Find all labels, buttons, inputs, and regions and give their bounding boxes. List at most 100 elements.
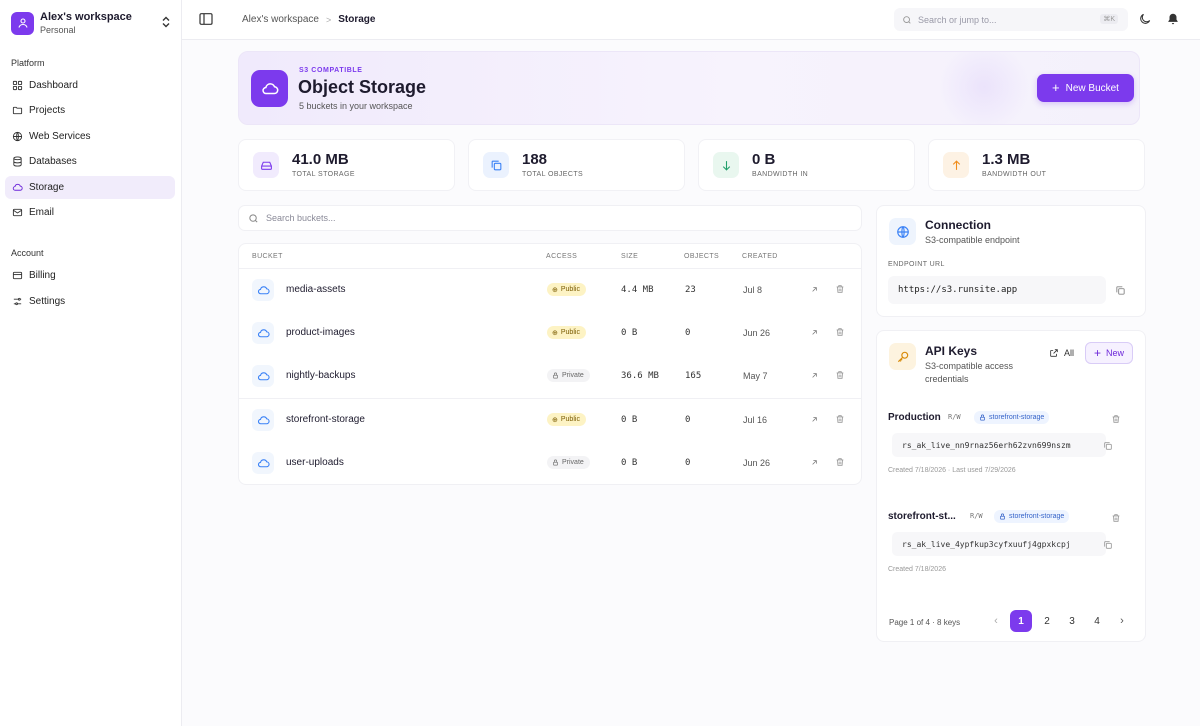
sidebar-item-label: Web Services — [29, 131, 91, 142]
stat-total-storage: 41.0 MB TOTAL STORAGE — [238, 139, 455, 191]
bucket-name[interactable]: user-uploads — [286, 457, 344, 468]
breadcrumb: Alex's workspace > Storage — [242, 14, 375, 25]
globe-icon — [12, 131, 29, 142]
sidebar-item-billing[interactable]: Billing — [5, 264, 175, 287]
table-row[interactable]: nightly-backups Private 36.6 MB 165 May … — [239, 354, 861, 397]
table-row[interactable]: media-assets ⊕ Public 4.4 MB 23 Jul 8 — [239, 268, 861, 311]
plus-icon: + — [1052, 80, 1060, 95]
copy-icon — [483, 152, 509, 178]
access-label: Public — [560, 416, 580, 423]
copy-icon[interactable] — [1100, 537, 1116, 553]
cloud-icon — [252, 409, 274, 431]
key-meta: Created 7/18/2026 · Last used 7/29/2026 — [888, 467, 1016, 474]
access-label: Private — [562, 372, 584, 379]
workspace-switcher[interactable]: Alex's workspace Personal — [11, 10, 171, 36]
new-key-button[interactable]: + New — [1085, 342, 1134, 364]
key-name: Production — [888, 412, 941, 423]
copy-icon[interactable] — [1112, 282, 1128, 298]
sidebar-item-label: Databases — [29, 156, 77, 167]
open-external-icon[interactable] — [805, 453, 823, 471]
sidebar-item-settings[interactable]: Settings — [5, 290, 175, 313]
access-badge: Private — [547, 456, 590, 469]
open-external-icon[interactable] — [805, 280, 823, 298]
connection-title: Connection — [925, 218, 991, 232]
bucket-name[interactable]: media-assets — [286, 284, 345, 295]
pagination-page-4[interactable]: 4 — [1086, 610, 1108, 632]
key-scope-label: storefront-storage — [989, 414, 1045, 421]
table-row[interactable]: user-uploads Private 0 B 0 Jun 26 — [239, 441, 861, 484]
bucket-search-placeholder: Search buckets... — [266, 213, 336, 223]
lock-icon — [999, 513, 1006, 520]
pagination-prev[interactable]: ‹ — [985, 610, 1007, 632]
bucket-name[interactable]: storefront-storage — [286, 414, 365, 425]
bucket-table: BUCKET ACCESS SIZE OBJECTS CREATED media… — [238, 243, 862, 485]
moon-icon[interactable] — [1138, 12, 1152, 26]
bucket-objects: 0 — [685, 328, 691, 338]
trash-icon[interactable] — [831, 453, 849, 471]
sidebar-item-email[interactable]: Email — [5, 201, 175, 224]
bucket-search-input[interactable]: Search buckets... — [238, 205, 862, 231]
key-meta: Created 7/18/2026 — [888, 566, 946, 573]
key-scope-badge: storefront-storage — [974, 411, 1050, 424]
access-badge: ⊕ Public — [547, 413, 586, 426]
open-external-icon[interactable] — [805, 366, 823, 384]
sidebar-item-label: Billing — [29, 270, 56, 281]
sidebar-item-databases[interactable]: Databases — [5, 150, 175, 173]
trash-icon[interactable] — [1108, 510, 1124, 526]
page-title: Object Storage — [298, 77, 427, 97]
open-external-icon[interactable] — [805, 410, 823, 428]
bucket-size: 0 B — [621, 458, 638, 468]
arrow-down-icon — [713, 152, 739, 178]
trash-icon[interactable] — [831, 280, 849, 298]
table-row[interactable]: storefront-storage ⊕ Public 0 B 0 Jul 16 — [239, 398, 861, 441]
global-search[interactable]: Search or jump to... ⌘K — [894, 8, 1128, 31]
trash-icon[interactable] — [831, 366, 849, 384]
sidebar: Alex's workspace Personal Platform Dashb… — [0, 0, 182, 726]
database-icon — [12, 156, 29, 167]
sidebar-item-storage[interactable]: Storage — [5, 176, 175, 199]
lock-icon — [979, 414, 986, 421]
cloud-icon — [252, 365, 274, 387]
globe-icon — [889, 218, 916, 245]
pagination-page-2[interactable]: 2 — [1036, 610, 1058, 632]
nav-section-platform: Platform — [11, 58, 45, 68]
all-keys-button[interactable]: All — [1045, 342, 1078, 364]
sidebar-item-dashboard[interactable]: Dashboard — [5, 74, 175, 97]
bucket-size: 0 B — [621, 415, 638, 425]
connection-card: Connection S3-compatible endpoint ENDPOI… — [876, 205, 1146, 317]
pagination-next[interactable]: › — [1111, 610, 1133, 632]
dashboard-icon — [12, 80, 29, 91]
bell-icon[interactable] — [1166, 12, 1180, 26]
trash-icon[interactable] — [1108, 411, 1124, 427]
page-subtitle: 5 buckets in your workspace — [299, 101, 413, 111]
open-external-icon — [1049, 348, 1059, 358]
bucket-objects: 0 — [685, 458, 691, 468]
stat-value: 41.0 MB — [292, 151, 349, 168]
pagination-page-1[interactable]: 1 — [1010, 610, 1032, 632]
pagination-page-3[interactable]: 3 — [1061, 610, 1083, 632]
stat-value: 1.3 MB — [982, 151, 1031, 168]
decorative-glow — [939, 52, 1029, 124]
trash-icon[interactable] — [831, 323, 849, 341]
search-icon — [902, 15, 912, 25]
sidebar-toggle-icon[interactable] — [198, 11, 214, 27]
new-bucket-button[interactable]: + New Bucket — [1037, 74, 1134, 102]
bucket-name[interactable]: nightly-backups — [286, 370, 355, 381]
sidebar-item-web-services[interactable]: Web Services — [5, 125, 175, 148]
open-external-icon[interactable] — [805, 323, 823, 341]
stat-label: BANDWIDTH IN — [752, 171, 809, 178]
table-row[interactable]: product-images ⊕ Public 0 B 0 Jun 26 — [239, 311, 861, 354]
lock-icon — [552, 459, 559, 466]
column-header-created: CREATED — [742, 253, 778, 260]
key-name: storefront-st... — [888, 511, 956, 522]
breadcrumb-workspace[interactable]: Alex's workspace — [242, 14, 319, 25]
trash-icon[interactable] — [831, 410, 849, 428]
bucket-size: 0 B — [621, 328, 638, 338]
workspace-plan: Personal — [40, 24, 76, 35]
sidebar-item-projects[interactable]: Projects — [5, 99, 175, 122]
bucket-name[interactable]: product-images — [286, 327, 355, 338]
api-keys-subtitle: S3-compatible access credentials — [925, 361, 1014, 384]
stat-bandwidth-in: 0 B BANDWIDTH IN — [698, 139, 915, 191]
api-key-value: rs_ak_live_nn9rnaz56erh62zvn699nszm — [892, 433, 1106, 457]
copy-icon[interactable] — [1100, 438, 1116, 454]
